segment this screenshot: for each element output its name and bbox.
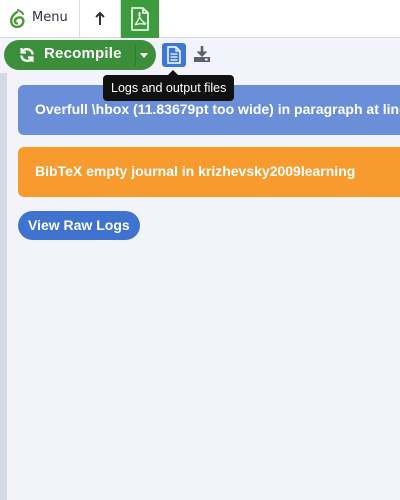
- log-entry-message: Overfull \hbox (11.83679pt too wide) in …: [35, 101, 400, 117]
- up-arrow-button[interactable]: [80, 0, 121, 38]
- pane-divider[interactable]: [0, 73, 7, 500]
- logs-tooltip: Logs and output files: [103, 70, 235, 101]
- pdf-toolbar: Recompile: [0, 38, 400, 73]
- download-icon: [194, 46, 210, 62]
- caret-down-icon: [140, 53, 148, 58]
- log-entry-bibtex[interactable]: BibTeX empty journal in krizhevsky2009le…: [18, 147, 400, 197]
- logs-and-output-files-button[interactable]: [162, 43, 186, 67]
- arrow-up-icon: [95, 11, 105, 25]
- overleaf-logo-icon: [10, 9, 25, 29]
- recompile-label: Recompile: [44, 45, 122, 62]
- download-pdf-button[interactable]: [192, 45, 212, 65]
- menu-label: Menu: [32, 10, 68, 25]
- log-entry-message: BibTeX empty journal in krizhevsky2009le…: [35, 163, 356, 179]
- refresh-icon: [20, 47, 34, 63]
- view-raw-logs-button[interactable]: View Raw Logs: [18, 211, 140, 240]
- recompile-button-group: Recompile: [4, 40, 156, 70]
- recompile-options-dropdown[interactable]: [136, 40, 156, 70]
- menu-button[interactable]: Menu: [0, 0, 80, 38]
- document-icon: [167, 46, 181, 64]
- top-bar: Menu: [0, 0, 400, 38]
- pdf-view-tab[interactable]: [121, 0, 159, 38]
- recompile-button[interactable]: Recompile: [4, 40, 134, 70]
- pdf-file-icon: [131, 7, 149, 31]
